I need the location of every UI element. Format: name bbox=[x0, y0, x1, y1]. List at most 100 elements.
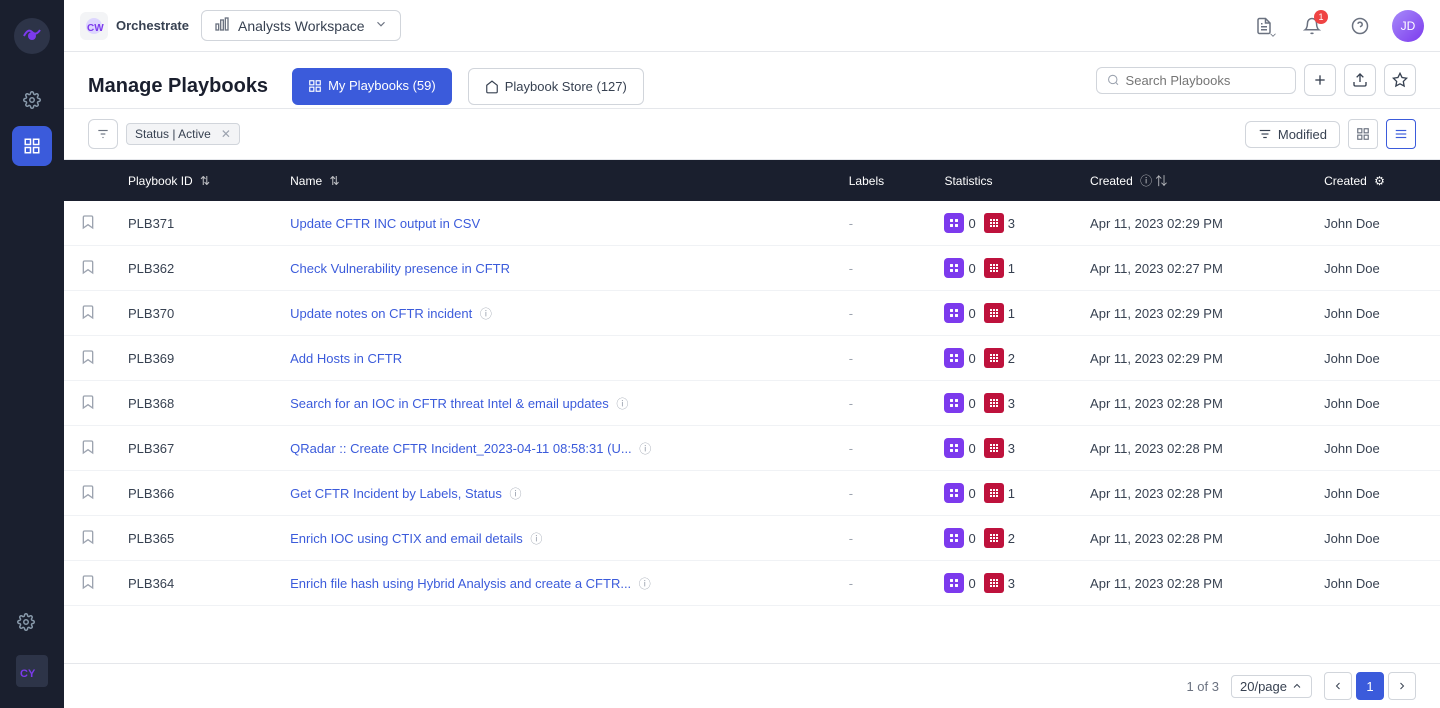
search-playbooks-box[interactable] bbox=[1096, 67, 1296, 94]
notification-bell-icon[interactable]: 1 bbox=[1296, 10, 1328, 42]
playbook-name-link[interactable]: Update notes on CFTR incident bbox=[290, 306, 472, 321]
bookmark-icon[interactable] bbox=[80, 529, 96, 545]
row-created-date: Apr 11, 2023 02:28 PM bbox=[1074, 426, 1308, 471]
info-icon[interactable]: ⓘ bbox=[530, 532, 542, 546]
row-created-date: Apr 11, 2023 02:29 PM bbox=[1074, 201, 1308, 246]
sort-icon-name: ⇅ bbox=[329, 174, 339, 188]
stat-grid-icon bbox=[984, 213, 1004, 233]
row-playbook-id: PLB367 bbox=[112, 426, 274, 471]
playbook-name-link[interactable]: Check Vulnerability presence in CFTR bbox=[290, 261, 510, 276]
export-button[interactable] bbox=[1344, 64, 1376, 96]
main-area: CW Orchestrate Analysts Workspace bbox=[64, 0, 1440, 708]
row-statistics-cell: 0 1 bbox=[928, 471, 1074, 516]
row-created-date: Apr 11, 2023 02:28 PM bbox=[1074, 471, 1308, 516]
playbook-name-link[interactable]: QRadar :: Create CFTR Incident_2023-04-1… bbox=[290, 441, 632, 456]
info-icon[interactable]: ⓘ bbox=[639, 577, 651, 591]
grid-view-button[interactable] bbox=[1348, 119, 1378, 149]
playbook-name-link[interactable]: Add Hosts in CFTR bbox=[290, 351, 402, 366]
stat-count-1: 0 bbox=[968, 531, 975, 546]
row-bookmark-cell bbox=[64, 426, 112, 471]
row-name-cell: QRadar :: Create CFTR Incident_2023-04-1… bbox=[274, 426, 833, 471]
tab-my-playbooks-label: My Playbooks (59) bbox=[328, 78, 436, 93]
info-icon[interactable]: ⓘ bbox=[616, 397, 628, 411]
tab-playbook-store[interactable]: Playbook Store (127) bbox=[468, 68, 644, 105]
per-page-label: 20/page bbox=[1240, 679, 1287, 694]
user-avatar[interactable]: JD bbox=[1392, 10, 1424, 42]
app-logo: CW Orchestrate bbox=[80, 12, 189, 40]
table-footer: 1 of 3 20/page 1 bbox=[64, 663, 1440, 708]
favorites-button[interactable] bbox=[1384, 64, 1416, 96]
col-labels: Labels bbox=[833, 160, 929, 201]
row-created-by: John Doe bbox=[1308, 561, 1440, 606]
table-row: PLB367 QRadar :: Create CFTR Incident_20… bbox=[64, 426, 1440, 471]
prev-page-icon bbox=[1332, 680, 1344, 692]
row-name-cell: Add Hosts in CFTR bbox=[274, 336, 833, 381]
row-created-by: John Doe bbox=[1308, 201, 1440, 246]
row-name-cell: Update notes on CFTR incident ⓘ bbox=[274, 291, 833, 336]
bookmark-icon[interactable] bbox=[80, 484, 96, 500]
bookmark-icon[interactable] bbox=[80, 574, 96, 590]
sort-icon bbox=[1258, 127, 1272, 141]
sort-button[interactable]: Modified bbox=[1245, 121, 1340, 148]
playbooks-table-area: Playbook ID ⇅ Name ⇅ Labels Statistics C… bbox=[64, 160, 1440, 663]
next-page-button[interactable] bbox=[1388, 672, 1416, 700]
col-statistics: Statistics bbox=[928, 160, 1074, 201]
playbook-name-link[interactable]: Enrich file hash using Hybrid Analysis a… bbox=[290, 576, 631, 591]
stat-grid-icon bbox=[984, 348, 1004, 368]
stat-count-1: 0 bbox=[968, 576, 975, 591]
row-statistics-cell: 0 3 bbox=[928, 381, 1074, 426]
sidebar-item-playbooks[interactable] bbox=[12, 126, 52, 166]
row-created-date: Apr 11, 2023 02:28 PM bbox=[1074, 561, 1308, 606]
col-name[interactable]: Name ⇅ bbox=[274, 160, 833, 201]
help-icon-button[interactable] bbox=[1344, 10, 1376, 42]
row-bookmark-cell bbox=[64, 516, 112, 561]
sidebar: CY bbox=[0, 0, 64, 708]
info-icon[interactable]: ⓘ bbox=[480, 307, 492, 321]
stat-count-2: 1 bbox=[1008, 261, 1015, 276]
stat-apps-icon bbox=[944, 438, 964, 458]
bookmark-icon[interactable] bbox=[80, 394, 96, 410]
row-labels-cell: - bbox=[833, 336, 929, 381]
filter-tag-close-button[interactable]: ✕ bbox=[221, 127, 231, 141]
workspace-selector[interactable]: Analysts Workspace bbox=[201, 10, 401, 41]
search-playbooks-input[interactable] bbox=[1126, 73, 1285, 88]
stat-count-2: 3 bbox=[1008, 576, 1015, 591]
bookmark-icon[interactable] bbox=[80, 304, 96, 320]
bookmark-icon[interactable] bbox=[80, 259, 96, 275]
stat-count-2: 1 bbox=[1008, 486, 1015, 501]
col-created[interactable]: Created ⓘ ⇅ bbox=[1074, 160, 1308, 201]
playbook-name-link[interactable]: Get CFTR Incident by Labels, Status bbox=[290, 486, 502, 501]
doc-icon-button[interactable] bbox=[1248, 10, 1280, 42]
col-playbook-id[interactable]: Playbook ID ⇅ bbox=[112, 160, 274, 201]
per-page-selector[interactable]: 20/page bbox=[1231, 675, 1312, 698]
add-playbook-button[interactable] bbox=[1304, 64, 1336, 96]
stat-count-2: 1 bbox=[1008, 306, 1015, 321]
row-bookmark-cell bbox=[64, 246, 112, 291]
stat-apps-icon bbox=[944, 213, 964, 233]
stat-apps-icon bbox=[944, 348, 964, 368]
sidebar-item-gear[interactable] bbox=[6, 602, 46, 642]
info-icon[interactable]: ⓘ bbox=[509, 487, 521, 501]
prev-page-button[interactable] bbox=[1324, 672, 1352, 700]
bookmark-icon[interactable] bbox=[80, 439, 96, 455]
playbook-name-link[interactable]: Search for an IOC in CFTR threat Intel &… bbox=[290, 396, 609, 411]
page-navigation: 1 bbox=[1324, 672, 1416, 700]
row-labels-cell: - bbox=[833, 471, 929, 516]
stat-grid-icon bbox=[984, 528, 1004, 548]
list-view-button[interactable] bbox=[1386, 119, 1416, 149]
sidebar-item-settings[interactable] bbox=[12, 80, 52, 120]
stat-count-2: 2 bbox=[1008, 531, 1015, 546]
row-playbook-id: PLB365 bbox=[112, 516, 274, 561]
bookmark-icon[interactable] bbox=[80, 349, 96, 365]
tab-my-playbooks[interactable]: My Playbooks (59) bbox=[292, 68, 452, 105]
filter-options-button[interactable] bbox=[88, 119, 118, 149]
next-page-icon bbox=[1396, 680, 1408, 692]
stat-count-2: 2 bbox=[1008, 351, 1015, 366]
playbook-name-link[interactable]: Update CFTR INC output in CSV bbox=[290, 216, 480, 231]
info-icon[interactable]: ⓘ bbox=[639, 442, 651, 456]
row-playbook-id: PLB368 bbox=[112, 381, 274, 426]
row-created-by: John Doe bbox=[1308, 291, 1440, 336]
bookmark-icon[interactable] bbox=[80, 214, 96, 230]
page-1-button[interactable]: 1 bbox=[1356, 672, 1384, 700]
playbook-name-link[interactable]: Enrich IOC using CTIX and email details bbox=[290, 531, 523, 546]
